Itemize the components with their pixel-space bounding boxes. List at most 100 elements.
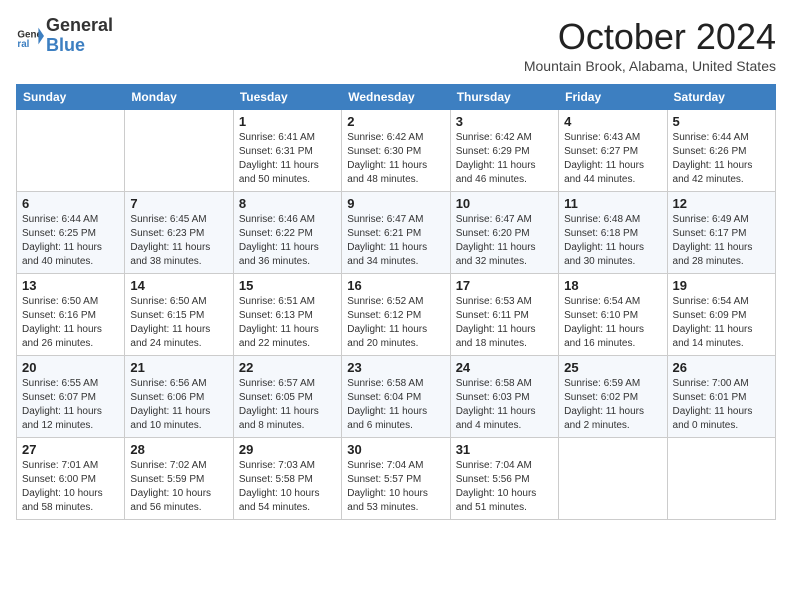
calendar-cell: 6 Sunrise: 6:44 AM Sunset: 6:25 PM Daylig…	[17, 192, 125, 274]
day-info: Sunrise: 6:42 AM Sunset: 6:29 PM Dayligh…	[456, 131, 553, 187]
calendar-cell: 4 Sunrise: 6:43 AM Sunset: 6:27 PM Daylig…	[559, 110, 667, 192]
day-info: Sunrise: 6:56 AM Sunset: 6:06 PM Dayligh…	[130, 377, 227, 433]
calendar-cell: 7 Sunrise: 6:45 AM Sunset: 6:23 PM Daylig…	[125, 192, 233, 274]
week-row-2: 13Sunrise: 6:50 AM Sunset: 6:16 PM Dayli…	[17, 274, 776, 356]
day-info: Sunrise: 6:49 AM Sunset: 6:17 PM Dayligh…	[673, 213, 770, 269]
calendar-cell: 30 Sunrise: 7:04 AM Sunset: 5:57 PM Dayli…	[342, 438, 450, 520]
day-info: Sunrise: 6:58 AM Sunset: 6:04 PM Dayligh…	[347, 377, 444, 433]
day-number: 17	[456, 278, 553, 293]
calendar-cell: 16 Sunrise: 6:52 AM Sunset: 6:12 PM Dayli…	[342, 274, 450, 356]
logo-icon: Gene ral	[16, 22, 44, 50]
day-number: 4	[564, 114, 661, 129]
calendar-cell	[667, 438, 775, 520]
day-number: 9	[347, 196, 444, 211]
calendar-cell: 17 Sunrise: 6:53 AM Sunset: 6:11 PM Dayli…	[450, 274, 558, 356]
calendar-cell: 5Sunrise: 6:44 AM Sunset: 6:26 PM Daylig…	[667, 110, 775, 192]
day-info: Sunrise: 6:42 AM Sunset: 6:30 PM Dayligh…	[347, 131, 444, 187]
day-number: 14	[130, 278, 227, 293]
day-info: Sunrise: 6:59 AM Sunset: 6:02 PM Dayligh…	[564, 377, 661, 433]
day-info: Sunrise: 6:46 AM Sunset: 6:22 PM Dayligh…	[239, 213, 336, 269]
title-area: October 2024 Mountain Brook, Alabama, Un…	[524, 16, 776, 74]
day-number: 26	[673, 360, 770, 375]
weekday-header-friday: Friday	[559, 85, 667, 110]
day-number: 21	[130, 360, 227, 375]
day-info: Sunrise: 7:02 AM Sunset: 5:59 PM Dayligh…	[130, 459, 227, 515]
day-number: 18	[564, 278, 661, 293]
calendar-cell: 22 Sunrise: 6:57 AM Sunset: 6:05 PM Dayli…	[233, 356, 341, 438]
calendar-cell: 18Sunrise: 6:54 AM Sunset: 6:10 PM Dayli…	[559, 274, 667, 356]
day-number: 25	[564, 360, 661, 375]
calendar-cell: 8 Sunrise: 6:46 AM Sunset: 6:22 PM Daylig…	[233, 192, 341, 274]
weekday-header-row: SundayMondayTuesdayWednesdayThursdayFrid…	[17, 85, 776, 110]
calendar-cell: 23Sunrise: 6:58 AM Sunset: 6:04 PM Dayli…	[342, 356, 450, 438]
day-number: 28	[130, 442, 227, 457]
day-info: Sunrise: 6:52 AM Sunset: 6:12 PM Dayligh…	[347, 295, 444, 351]
calendar-cell	[17, 110, 125, 192]
day-number: 20	[22, 360, 119, 375]
calendar-cell: 11Sunrise: 6:48 AM Sunset: 6:18 PM Dayli…	[559, 192, 667, 274]
weekday-header-monday: Monday	[125, 85, 233, 110]
calendar-cell: 26 Sunrise: 7:00 AM Sunset: 6:01 PM Dayli…	[667, 356, 775, 438]
calendar-cell: 9 Sunrise: 6:47 AM Sunset: 6:21 PM Daylig…	[342, 192, 450, 274]
day-number: 8	[239, 196, 336, 211]
calendar-table: SundayMondayTuesdayWednesdayThursdayFrid…	[16, 84, 776, 520]
day-number: 22	[239, 360, 336, 375]
logo-text: General Blue	[46, 16, 113, 56]
calendar-cell: 19Sunrise: 6:54 AM Sunset: 6:09 PM Dayli…	[667, 274, 775, 356]
day-info: Sunrise: 6:57 AM Sunset: 6:05 PM Dayligh…	[239, 377, 336, 433]
day-info: Sunrise: 6:58 AM Sunset: 6:03 PM Dayligh…	[456, 377, 553, 433]
calendar-cell: 31 Sunrise: 7:04 AM Sunset: 5:56 PM Dayli…	[450, 438, 558, 520]
logo: Gene ral General Blue	[16, 16, 113, 56]
calendar-cell	[125, 110, 233, 192]
day-info: Sunrise: 6:50 AM Sunset: 6:15 PM Dayligh…	[130, 295, 227, 351]
day-number: 2	[347, 114, 444, 129]
week-row-1: 6 Sunrise: 6:44 AM Sunset: 6:25 PM Daylig…	[17, 192, 776, 274]
day-info: Sunrise: 7:04 AM Sunset: 5:56 PM Dayligh…	[456, 459, 553, 515]
day-number: 15	[239, 278, 336, 293]
day-number: 13	[22, 278, 119, 293]
calendar-cell: 25 Sunrise: 6:59 AM Sunset: 6:02 PM Dayli…	[559, 356, 667, 438]
day-number: 30	[347, 442, 444, 457]
day-info: Sunrise: 6:43 AM Sunset: 6:27 PM Dayligh…	[564, 131, 661, 187]
day-info: Sunrise: 7:03 AM Sunset: 5:58 PM Dayligh…	[239, 459, 336, 515]
calendar-cell: 24Sunrise: 6:58 AM Sunset: 6:03 PM Dayli…	[450, 356, 558, 438]
calendar-cell: 12Sunrise: 6:49 AM Sunset: 6:17 PM Dayli…	[667, 192, 775, 274]
day-info: Sunrise: 6:44 AM Sunset: 6:25 PM Dayligh…	[22, 213, 119, 269]
weekday-header-sunday: Sunday	[17, 85, 125, 110]
weekday-header-saturday: Saturday	[667, 85, 775, 110]
day-info: Sunrise: 6:53 AM Sunset: 6:11 PM Dayligh…	[456, 295, 553, 351]
day-info: Sunrise: 6:54 AM Sunset: 6:09 PM Dayligh…	[673, 295, 770, 351]
day-info: Sunrise: 6:45 AM Sunset: 6:23 PM Dayligh…	[130, 213, 227, 269]
calendar-cell: 20 Sunrise: 6:55 AM Sunset: 6:07 PM Dayli…	[17, 356, 125, 438]
calendar-cell: 3 Sunrise: 6:42 AM Sunset: 6:29 PM Daylig…	[450, 110, 558, 192]
calendar-cell: 27Sunrise: 7:01 AM Sunset: 6:00 PM Dayli…	[17, 438, 125, 520]
day-number: 27	[22, 442, 119, 457]
week-row-3: 20 Sunrise: 6:55 AM Sunset: 6:07 PM Dayli…	[17, 356, 776, 438]
svg-text:ral: ral	[17, 39, 29, 50]
day-number: 16	[347, 278, 444, 293]
location-title: Mountain Brook, Alabama, United States	[524, 58, 776, 74]
weekday-header-tuesday: Tuesday	[233, 85, 341, 110]
calendar-body: 1Sunrise: 6:41 AM Sunset: 6:31 PM Daylig…	[17, 110, 776, 520]
day-number: 31	[456, 442, 553, 457]
calendar-cell: 1Sunrise: 6:41 AM Sunset: 6:31 PM Daylig…	[233, 110, 341, 192]
day-info: Sunrise: 6:47 AM Sunset: 6:20 PM Dayligh…	[456, 213, 553, 269]
day-number: 5	[673, 114, 770, 129]
day-info: Sunrise: 6:51 AM Sunset: 6:13 PM Dayligh…	[239, 295, 336, 351]
calendar-cell: 14 Sunrise: 6:50 AM Sunset: 6:15 PM Dayli…	[125, 274, 233, 356]
day-info: Sunrise: 6:48 AM Sunset: 6:18 PM Dayligh…	[564, 213, 661, 269]
day-info: Sunrise: 6:47 AM Sunset: 6:21 PM Dayligh…	[347, 213, 444, 269]
day-number: 10	[456, 196, 553, 211]
calendar-cell: 21 Sunrise: 6:56 AM Sunset: 6:06 PM Dayli…	[125, 356, 233, 438]
day-number: 6	[22, 196, 119, 211]
day-number: 7	[130, 196, 227, 211]
header: Gene ral General Blue October 2024 Mount…	[16, 16, 776, 74]
day-info: Sunrise: 7:04 AM Sunset: 5:57 PM Dayligh…	[347, 459, 444, 515]
day-info: Sunrise: 6:55 AM Sunset: 6:07 PM Dayligh…	[22, 377, 119, 433]
calendar-cell: 29Sunrise: 7:03 AM Sunset: 5:58 PM Dayli…	[233, 438, 341, 520]
calendar-cell: 2 Sunrise: 6:42 AM Sunset: 6:30 PM Daylig…	[342, 110, 450, 192]
day-info: Sunrise: 7:00 AM Sunset: 6:01 PM Dayligh…	[673, 377, 770, 433]
calendar-cell	[559, 438, 667, 520]
weekday-header-wednesday: Wednesday	[342, 85, 450, 110]
day-number: 3	[456, 114, 553, 129]
